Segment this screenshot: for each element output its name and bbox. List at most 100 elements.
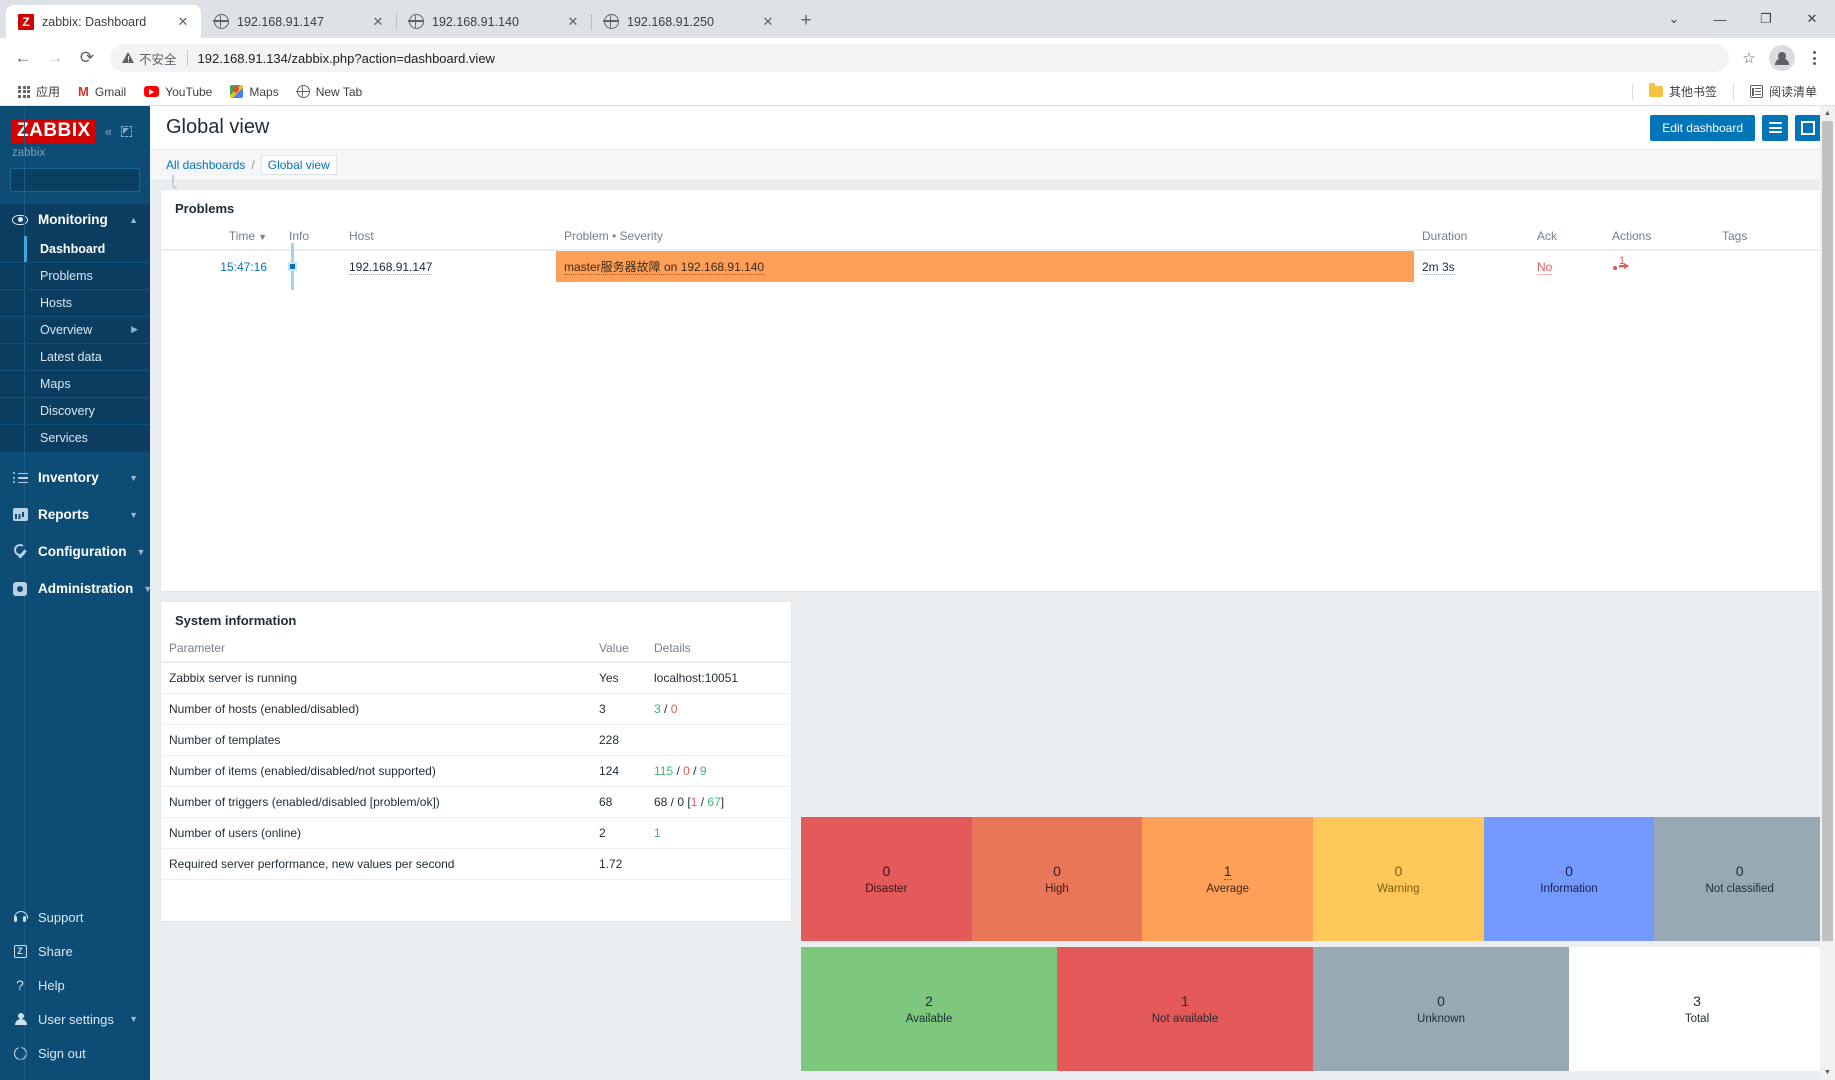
- browser-window: Z zabbix: Dashboard ✕ 192.168.91.147 ✕ 1…: [0, 0, 1835, 1080]
- bookmark-gmail[interactable]: M Gmail: [70, 81, 134, 102]
- sidebar-item-inventory[interactable]: Inventory ▼: [0, 462, 150, 494]
- close-icon[interactable]: ✕: [370, 14, 386, 30]
- sidebar-item-user-settings[interactable]: User settings ▼: [0, 1002, 150, 1036]
- sidebar-search[interactable]: [10, 167, 174, 192]
- browser-tab-3[interactable]: 192.168.91.250 ✕: [591, 5, 786, 38]
- minimize-icon[interactable]: —: [1697, 3, 1743, 35]
- table-row[interactable]: 15:47:16 192.168.91.147 master服务器故障 on 1…: [161, 243, 1824, 290]
- actions-count-icon[interactable]: 1: [1612, 255, 1634, 272]
- severity-tile-high[interactable]: 0 High: [971, 817, 1143, 941]
- severity-tile-warning[interactable]: 0 Warning: [1313, 817, 1484, 941]
- window-close-icon[interactable]: ✕: [1789, 3, 1835, 35]
- availability-count: 1: [1181, 993, 1189, 1010]
- sidebar-item-sign-out[interactable]: Sign out: [0, 1036, 150, 1070]
- scroll-up-icon[interactable]: ▲: [1824, 106, 1831, 121]
- problem-marker-icon: [288, 262, 297, 271]
- scroll-down-icon[interactable]: ▼: [1824, 1065, 1831, 1080]
- browser-tab-1[interactable]: 192.168.91.147 ✕: [201, 5, 396, 38]
- severity-tile-average[interactable]: 1 Average: [1142, 817, 1314, 941]
- browser-menu-icon[interactable]: [1801, 43, 1827, 73]
- kiosk-mode-button[interactable]: [1795, 114, 1821, 141]
- availability-tile-unknown[interactable]: 0 Unknown: [1313, 947, 1569, 1071]
- breadcrumb-all-dashboards[interactable]: All dashboards: [166, 158, 245, 172]
- cell-actions[interactable]: 1: [1604, 250, 1714, 282]
- maximize-icon[interactable]: ❐: [1743, 3, 1789, 35]
- chevron-down-icon: ▼: [129, 509, 138, 520]
- problem-host-link[interactable]: 192.168.91.147: [349, 259, 433, 275]
- problem-ack-link[interactable]: No: [1537, 259, 1553, 275]
- cell-ack[interactable]: No: [1529, 250, 1604, 282]
- table-row: Number of hosts (enabled/disabled) 3 3 /…: [161, 693, 791, 725]
- sidebar-item-help[interactable]: ? Help: [0, 968, 150, 1002]
- availability-label: Not available: [1151, 1012, 1219, 1025]
- problem-time-link[interactable]: 15:47:16: [220, 260, 267, 274]
- sidebar-item-administration[interactable]: Administration ▼: [0, 573, 152, 605]
- profile-avatar-icon[interactable]: [1769, 45, 1795, 71]
- bookmark-reading-list[interactable]: 阅读清单: [1742, 80, 1825, 103]
- tab-search-chevron-down-icon[interactable]: ⌄: [1651, 3, 1697, 35]
- sidebar-item-label: Help: [38, 977, 65, 993]
- back-icon[interactable]: ←: [8, 43, 38, 73]
- collapse-sidebar-icon[interactable]: «: [105, 124, 112, 139]
- breadcrumb-current[interactable]: Global view: [260, 155, 337, 175]
- close-icon[interactable]: ✕: [565, 14, 581, 30]
- sidebar-item-reports[interactable]: Reports ▼: [0, 499, 150, 531]
- availability-tile-available[interactable]: 2 Available: [801, 947, 1057, 1071]
- page-scrollbar[interactable]: ▲ ▼: [1820, 106, 1835, 1080]
- sidebar-item-monitoring[interactable]: Monitoring ▲: [0, 203, 150, 236]
- cell-host[interactable]: 192.168.91.147: [341, 250, 556, 282]
- sidebar-item-latest-data[interactable]: Latest data: [0, 344, 150, 371]
- bookmark-other-bookmarks[interactable]: 其他书签: [1641, 80, 1725, 103]
- sidebar-item-problems[interactable]: Problems: [0, 263, 150, 290]
- not-secure-warning[interactable]: 不安全: [122, 49, 177, 68]
- bookmark-star-icon[interactable]: ☆: [1735, 44, 1763, 72]
- param-name: Required server performance, new values …: [169, 857, 455, 871]
- browser-tab-2[interactable]: 192.168.91.140 ✕: [396, 5, 591, 38]
- availability-tile-not-available[interactable]: 1 Not available: [1057, 947, 1313, 1071]
- column-header-time[interactable]: Time ▼: [161, 223, 281, 251]
- sidebar-item-services[interactable]: Services: [0, 425, 150, 452]
- sidebar-item-discovery[interactable]: Discovery: [0, 398, 150, 425]
- sysinfo-footer: [161, 879, 791, 921]
- column-header-tags: Tags: [1714, 223, 1824, 251]
- severity-tile-disaster[interactable]: 0 Disaster: [801, 817, 972, 941]
- availability-tile-total[interactable]: 3 Total: [1569, 947, 1825, 1071]
- cell-problem[interactable]: master服务器故障 on 192.168.91.140: [556, 250, 1414, 282]
- severity-tile-not-classified[interactable]: 0 Not classified: [1654, 817, 1826, 941]
- reload-icon[interactable]: ⟳: [72, 43, 102, 73]
- cell-time[interactable]: 15:47:16: [161, 250, 281, 282]
- bookmark-maps[interactable]: Maps: [222, 82, 286, 102]
- sidebar-item-overview[interactable]: Overview ▶: [0, 317, 150, 344]
- bookmark-apps[interactable]: 应用: [10, 80, 68, 103]
- sidebar-item-label: User settings: [38, 1011, 114, 1027]
- table-header-row: Time ▼ Info Host Problem • Severity Durat…: [161, 223, 1824, 251]
- close-icon[interactable]: ✕: [175, 14, 191, 30]
- browser-tab-0[interactable]: Z zabbix: Dashboard ✕: [6, 5, 201, 38]
- sidebar-subitem-label: Services: [40, 431, 88, 446]
- column-header-problem-severity[interactable]: Problem • Severity: [556, 223, 1414, 251]
- edit-dashboard-button[interactable]: Edit dashboard: [1650, 114, 1755, 141]
- reading-list-icon: [1749, 85, 1763, 98]
- forward-icon[interactable]: →: [40, 43, 70, 73]
- sidebar-item-share[interactable]: Z Share: [0, 934, 150, 968]
- dashboard-menu-button[interactable]: [1762, 114, 1788, 141]
- address-bar[interactable]: 不安全 192.168.91.134/zabbix.php?action=das…: [110, 44, 1729, 72]
- sidebar-item-hosts[interactable]: Hosts: [0, 290, 150, 317]
- search-input[interactable]: [17, 172, 172, 187]
- sidebar-item-maps[interactable]: Maps: [0, 371, 150, 398]
- param-value: 228: [599, 733, 620, 747]
- column-header-host[interactable]: Host: [341, 223, 556, 251]
- close-icon[interactable]: ✕: [760, 14, 776, 30]
- browser-nav-bar: ← → ⟳ 不安全 192.168.91.134/zabbix.php?acti…: [0, 38, 1835, 78]
- problem-name-link[interactable]: master服务器故障 on 192.168.91.140: [564, 260, 765, 275]
- sidebar-item-configuration[interactable]: Configuration ▼: [0, 536, 150, 568]
- scrollbar-thumb[interactable]: [1822, 121, 1833, 941]
- sidebar-item-support[interactable]: Support: [0, 900, 150, 934]
- warning-triangle-icon: [122, 52, 135, 64]
- severity-tile-information[interactable]: 0 Information: [1483, 817, 1655, 941]
- hide-sidebar-icon[interactable]: [120, 125, 132, 137]
- sidebar-item-dashboard[interactable]: Dashboard: [0, 235, 150, 263]
- bookmark-youtube[interactable]: YouTube: [136, 82, 220, 102]
- bookmark-new-tab[interactable]: New Tab: [289, 82, 370, 102]
- new-tab-button[interactable]: +: [792, 7, 820, 35]
